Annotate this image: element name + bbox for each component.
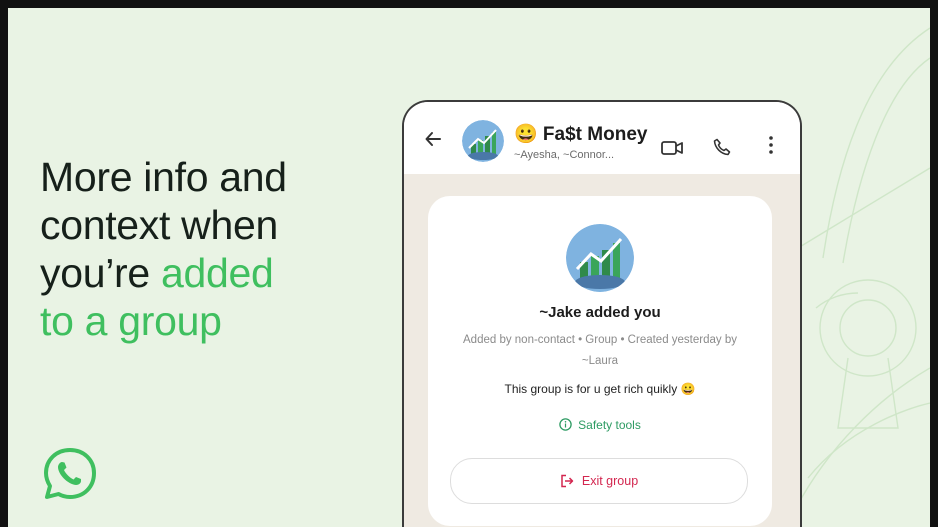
headline-line-3: you’re added [40,249,287,297]
exit-group-button[interactable]: Exit group [450,458,748,504]
back-arrow-icon[interactable] [424,130,442,148]
exit-icon [561,474,574,488]
headline-line-2: context when [40,202,278,248]
promo-banner: More info and context when you’re added … [8,8,930,527]
chat-title-block[interactable]: 😀 Fa$t Money ~Ayesha, ~Connor... [514,122,647,161]
voice-call-icon[interactable] [713,138,731,156]
added-by-title: ~Jake added you [539,304,661,321]
headline-line-3-text: you’re [40,250,161,296]
whatsapp-logo-icon [44,448,96,499]
chat-background: ~Jake added you Added by non-contact • G… [404,174,800,527]
group-info-card: ~Jake added you Added by non-contact • G… [428,196,772,526]
phone-mockup: 😀 Fa$t Money ~Ayesha, ~Connor... ~Jake a… [402,100,802,527]
chat-header: 😀 Fa$t Money ~Ayesha, ~Connor... [404,102,800,174]
exit-group-label: Exit group [581,474,639,488]
headline-accent-added: added [160,250,274,296]
headline-line-1: More info and [40,154,287,200]
video-call-icon[interactable] [661,140,683,156]
safety-tools-link[interactable]: Safety tools [428,418,772,432]
info-circle-icon [559,418,572,431]
group-title: 😀 Fa$t Money [514,124,648,145]
group-avatar-large-icon [566,224,634,292]
safety-tools-label: Safety tools [578,418,641,432]
headline-line-4: to a group [40,298,222,344]
group-members-subtitle: ~Ayesha, ~Connor... [514,149,615,161]
group-meta-text: Added by non-contact • Group • Created y… [463,334,737,367]
more-options-icon[interactable] [769,136,773,154]
group-avatar-icon[interactable] [462,120,504,162]
group-description: This group is for u get rich quikly 😀 [504,382,696,396]
promo-headline: More info and context when you’re added … [40,153,287,345]
